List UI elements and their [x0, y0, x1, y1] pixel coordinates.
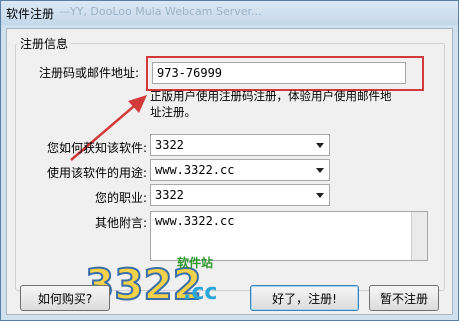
hint-line-2: 址注册。 — [150, 105, 196, 119]
job-label: 您的职业: — [94, 191, 147, 205]
title-bar[interactable]: 软件注册 —YY, DooLoo Mula Webcam Server... — [1, 1, 458, 25]
logo-cc: .cc — [183, 280, 217, 305]
later-button[interactable]: 暂不注册 — [369, 285, 439, 311]
source-value: 3322 — [155, 138, 184, 152]
job-value: 3322 — [155, 188, 184, 202]
job-select[interactable]: 3322 — [150, 184, 330, 206]
notes-value: www.3322.cc — [155, 214, 235, 228]
usage-select[interactable]: www.3322.cc — [150, 159, 330, 181]
dialog-body: 注册信息 注册码或邮件地址: 973-76999 正版用户使用注册码注册，体验用… — [6, 28, 453, 315]
logo-subtitle: 软件站 — [177, 255, 213, 270]
chevron-down-icon[interactable] — [312, 160, 329, 180]
usage-value: www.3322.cc — [155, 163, 235, 177]
how-to-buy-button[interactable]: 如何购买? — [20, 285, 110, 311]
register-button[interactable]: 好了，注册! — [250, 285, 359, 311]
notes-scrollbar[interactable] — [411, 212, 427, 260]
registration-window: 软件注册 —YY, DooLoo Mula Webcam Server... 注… — [0, 0, 459, 321]
hint-line-1: 正版用户使用注册码注册，体验用户使用邮件地 — [150, 89, 392, 103]
notes-label: 其他附言: — [94, 216, 147, 230]
chevron-down-icon[interactable] — [312, 135, 329, 155]
source-select[interactable]: 3322 — [150, 134, 330, 156]
usage-label: 使用该软件的用途: — [46, 166, 147, 180]
background-window-title: —YY, DooLoo Mula Webcam Server... — [59, 5, 262, 18]
chevron-down-icon[interactable] — [312, 185, 329, 205]
window-title: 软件注册 — [6, 7, 55, 21]
source-label: 您如何获知该软件: — [46, 141, 147, 155]
